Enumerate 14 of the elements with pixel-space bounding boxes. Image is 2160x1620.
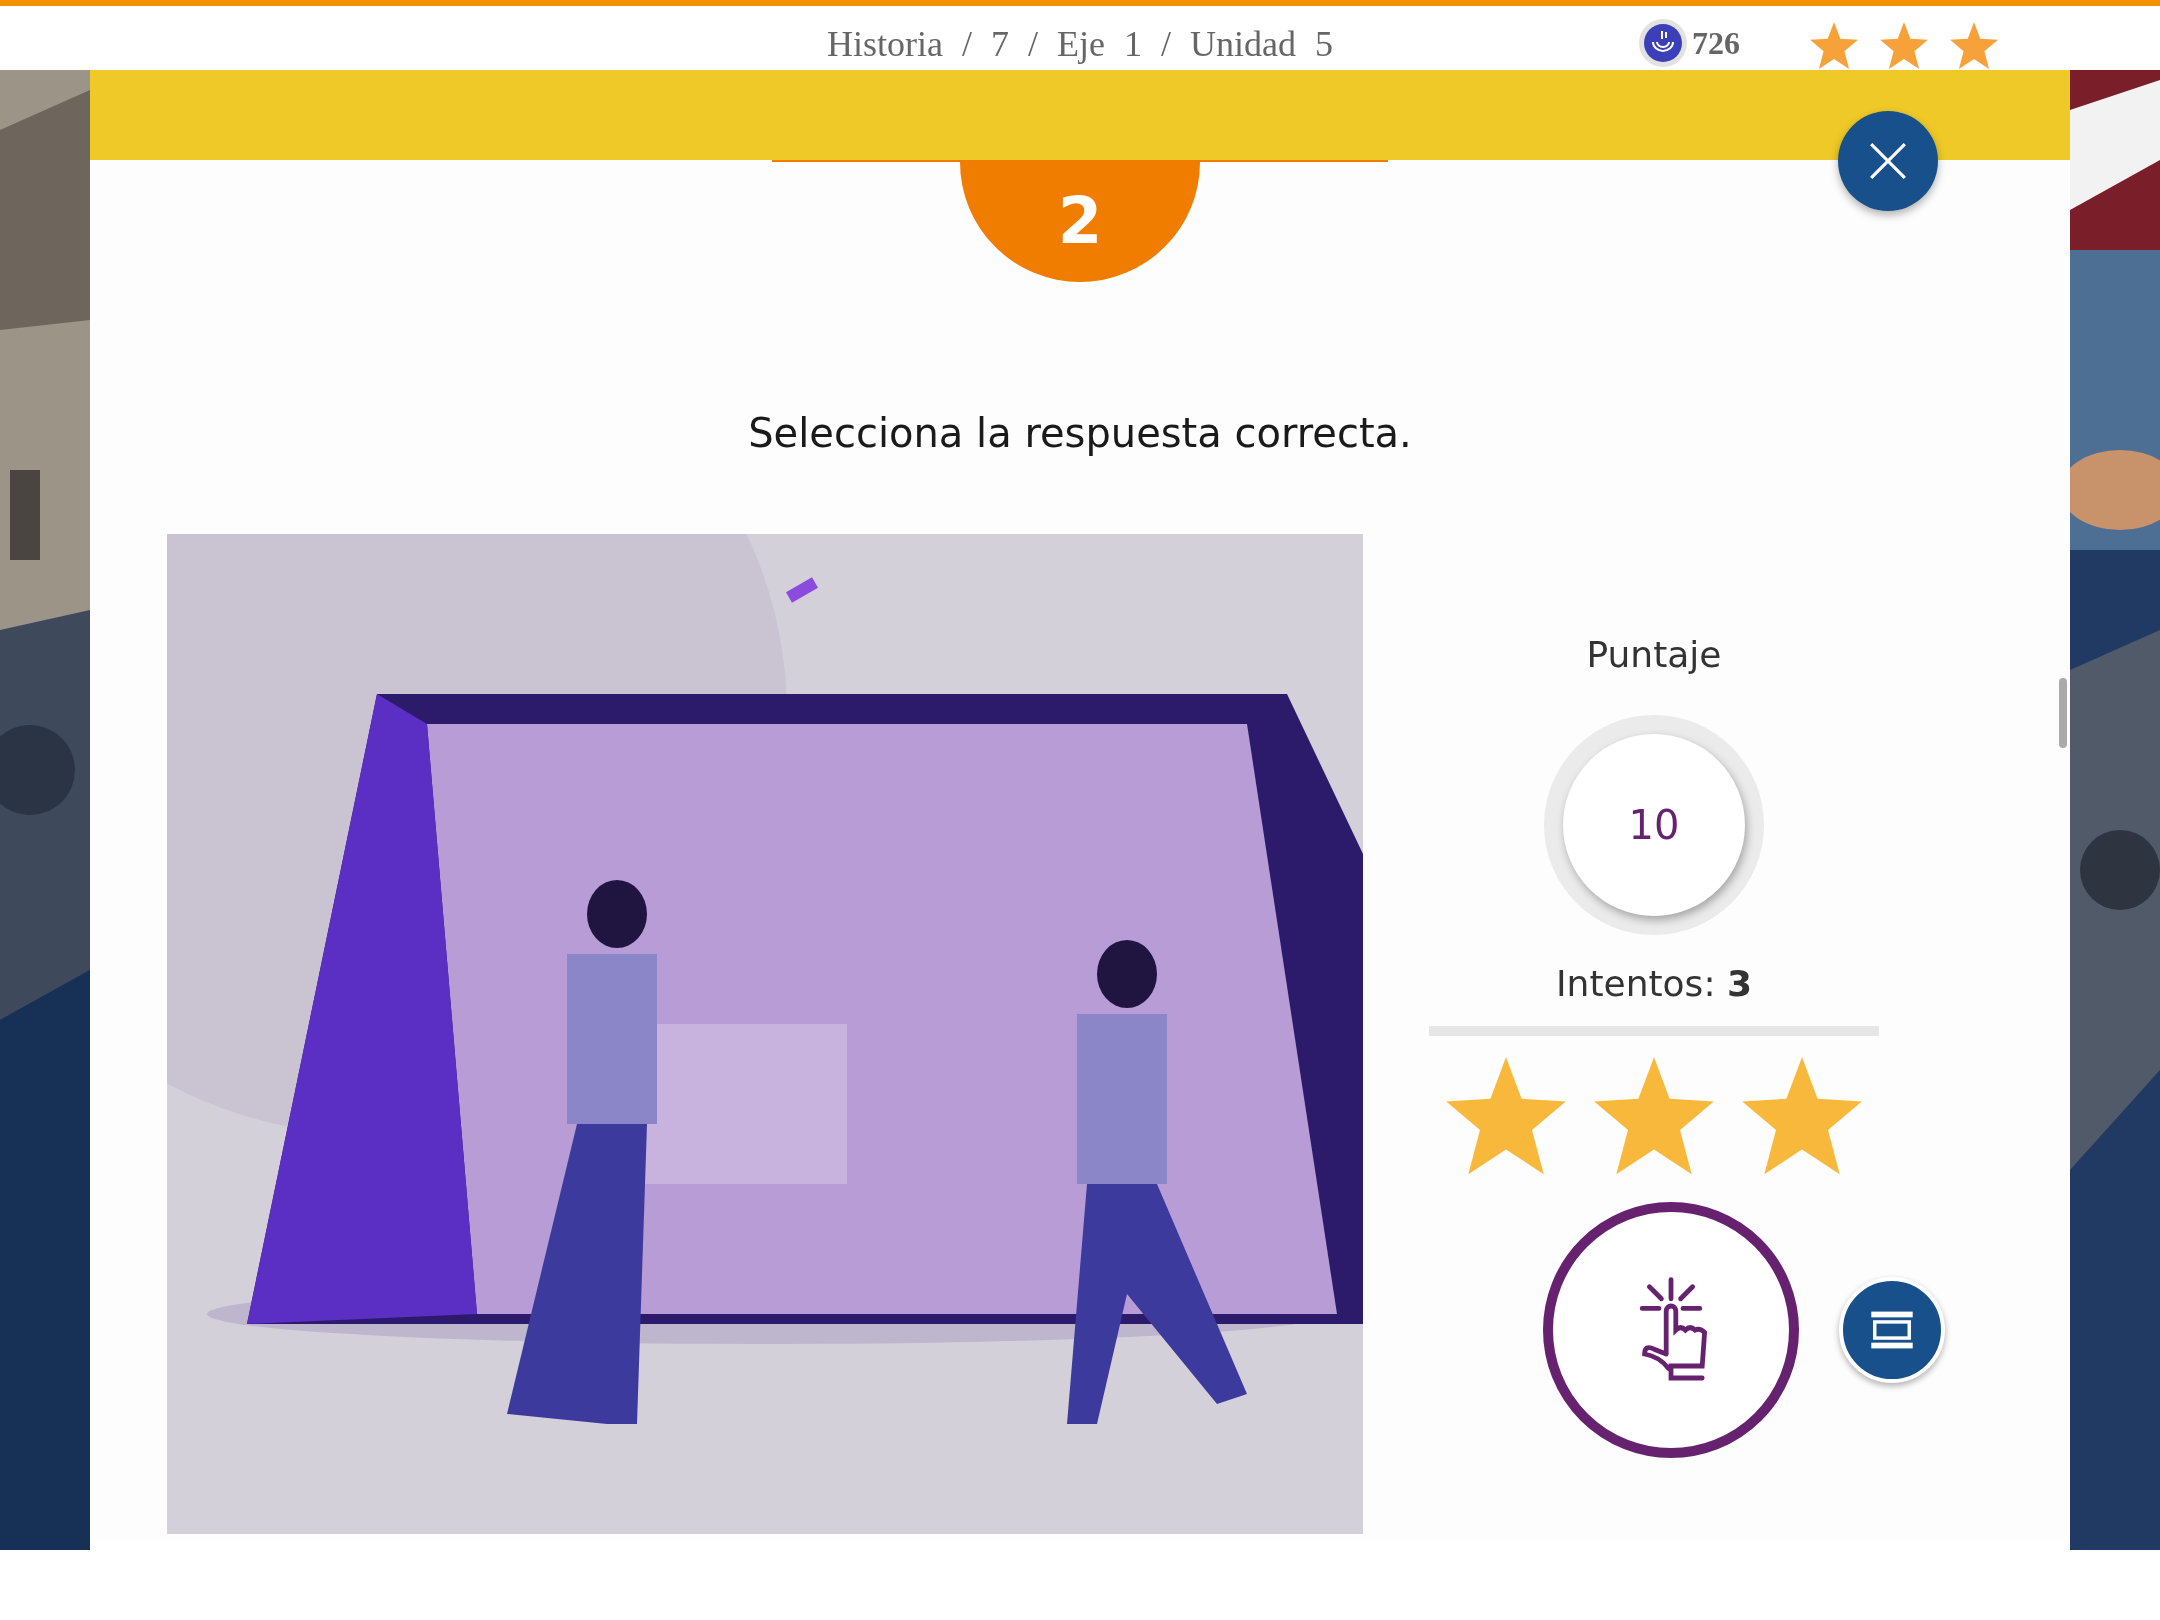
star-icon	[1878, 20, 1930, 72]
coin-count: 726	[1692, 24, 1740, 62]
score-label: Puntaje	[1586, 634, 1722, 675]
star-icon	[1948, 20, 2000, 72]
scrollbar-thumb[interactable]	[2059, 678, 2067, 748]
star-icon	[1808, 20, 1860, 72]
breadcrumb: Historia / 7 / Eje 1 / Unidad 5	[827, 23, 1333, 65]
close-icon	[1867, 140, 1909, 182]
instruction-text: Selecciona la respuesta correcta.	[748, 410, 1412, 456]
attempts-text: Intentos: 3	[1555, 963, 1752, 1004]
question-number-badge: 2	[960, 160, 1200, 282]
close-button[interactable]	[1838, 111, 1938, 211]
score-value: 10	[1563, 734, 1745, 916]
coin-icon	[1638, 18, 1688, 68]
